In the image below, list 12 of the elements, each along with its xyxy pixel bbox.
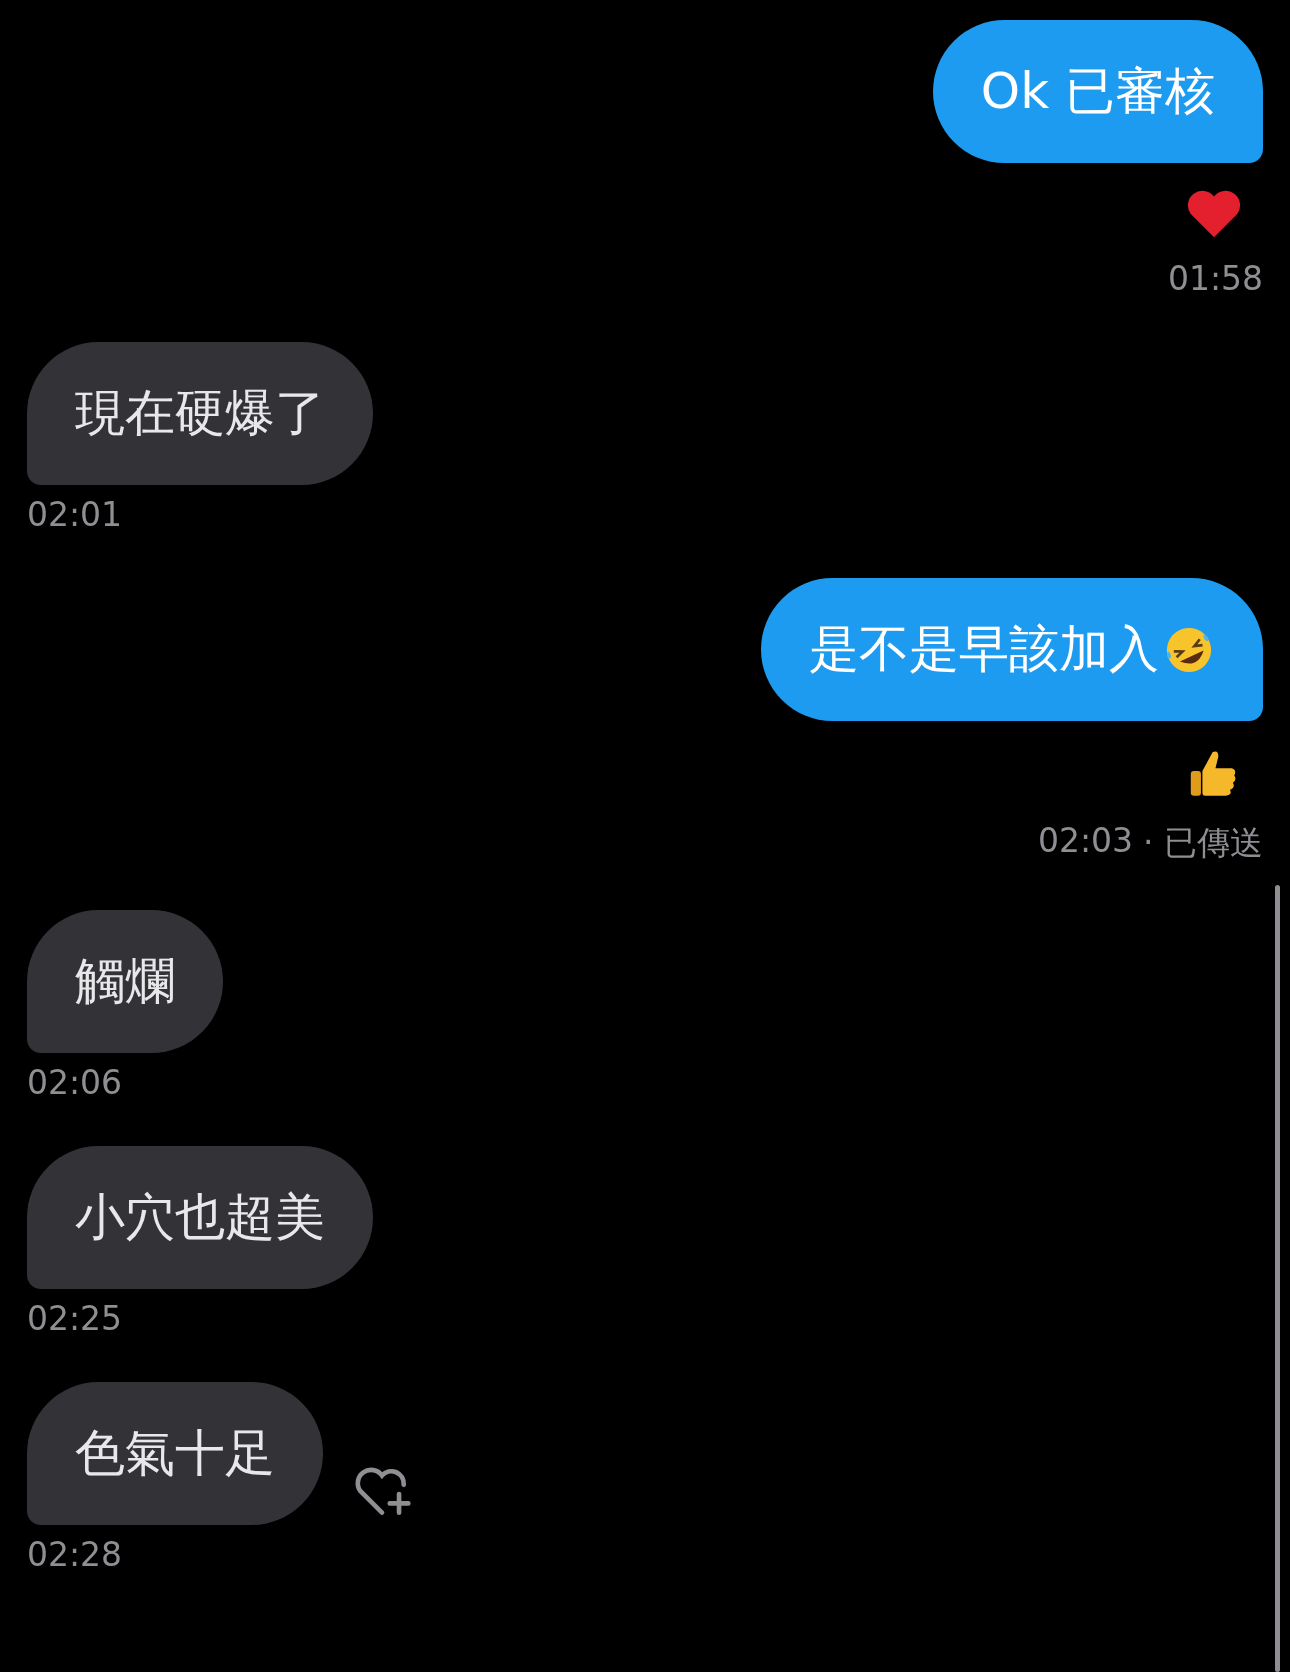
timestamp: 02:28 (27, 1535, 123, 1574)
timestamp: 02:25 (27, 1299, 123, 1338)
message-bubble[interactable]: 小穴也超美 (27, 1146, 373, 1289)
message-bubble[interactable]: 觸爛 (27, 910, 223, 1053)
delivery-status: · 已傳送 (1143, 822, 1263, 864)
scrollbar[interactable] (1275, 885, 1280, 1672)
timestamp: 02:01 (27, 495, 123, 534)
timestamp: 02:06 (27, 1063, 123, 1102)
timestamp: 02:03 (1037, 821, 1133, 862)
timestamp: 01:58 (1167, 259, 1263, 298)
message-bubble[interactable]: 色氣十足 (27, 1382, 323, 1525)
message-bubble[interactable]: 現在硬爆了 (27, 342, 373, 485)
